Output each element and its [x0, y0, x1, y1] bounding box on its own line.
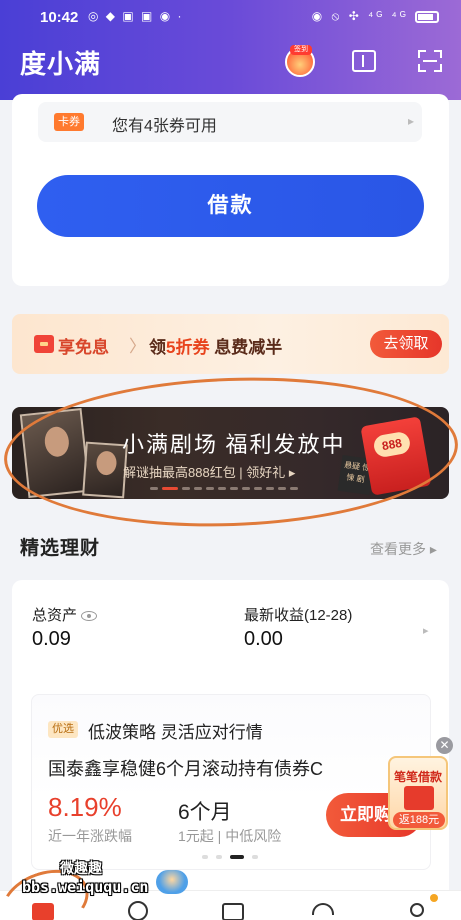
battery-icon — [415, 10, 439, 23]
promo-separator: 〉 — [129, 337, 146, 356]
red-packet-icon — [34, 335, 54, 353]
product-term-label: 1元起 | 中低风险 — [178, 828, 282, 844]
status-bar: 10:42 ◎ ◆ ▣ ▣ ◉ · ◉ ⦸ ✣ ⁴ᴳ ⁴ᴳ — [0, 6, 461, 30]
floating-ad[interactable]: 笔笔借款 返188元 — [388, 756, 448, 830]
view-more-link[interactable]: 查看更多 ▸ — [370, 539, 437, 559]
floating-ad-title: 笔笔借款 — [393, 770, 442, 784]
tab-profile-icon[interactable] — [404, 895, 430, 920]
signin-icon[interactable]: 签到 — [285, 45, 315, 77]
red-envelope-icon — [404, 786, 434, 810]
product-name: 国泰鑫享稳健6个月滚动持有债券C — [48, 759, 324, 779]
notification-dot — [430, 894, 438, 902]
carousel-dot — [216, 855, 222, 859]
promo-offer: 领5折券 息费减半 — [149, 338, 283, 357]
borrow-button[interactable]: 借款 — [37, 175, 424, 237]
promo-left-text: 享免息 — [58, 338, 109, 357]
total-assets-label: 总资产 — [32, 604, 98, 625]
chevron-right-icon: ▸ — [407, 114, 414, 128]
mascot-image — [156, 870, 188, 894]
carousel-indicator — [202, 846, 266, 864]
product-tag: 优选 — [48, 721, 78, 738]
system-icons: ◉ ⦸ ✣ ⁴ᴳ ⁴ᴳ — [312, 9, 439, 24]
coupon-row[interactable]: 卡券 您有4张券可用 ▸ — [38, 102, 422, 142]
notification-icons: ◎ ◆ ▣ ▣ ◉ · — [88, 9, 184, 23]
claim-button[interactable]: 去领取 — [370, 330, 442, 358]
signin-tag: 签到 — [290, 45, 312, 55]
signal-icons: ◉ ⦸ ✣ ⁴ᴳ ⁴ᴳ — [311, 9, 409, 23]
earnings-value: 0.00 — [244, 628, 283, 650]
product-rate: 8.19% — [48, 792, 122, 822]
coupon-tag: 卡券 — [54, 113, 84, 131]
section-title: 精选理财 — [20, 538, 101, 559]
carousel-dot — [202, 855, 208, 859]
tab-wallet-icon[interactable] — [220, 895, 246, 920]
tab-insurance-icon[interactable] — [310, 895, 336, 920]
earnings-label: 最新收益(12-28) — [244, 607, 353, 624]
ticket-icon[interactable] — [352, 50, 376, 72]
product-term: 6个月 — [178, 801, 232, 824]
carousel-dot — [252, 855, 258, 859]
status-time: 10:42 — [40, 9, 79, 26]
carousel-dot — [230, 855, 244, 859]
coupon-text: 您有4张券可用 — [112, 118, 217, 135]
total-assets-value: 0.09 — [32, 628, 71, 650]
product-card[interactable]: 优选 低波策略 灵活应对行情 国泰鑫享稳健6个月滚动持有债券C 8.19% 近一… — [31, 694, 431, 870]
watermark-title: 微趣趣 — [60, 860, 102, 876]
loan-card: 卡券 您有4张券可用 ▸ 借款 — [12, 94, 449, 286]
product-tagline: 低波策略 灵活应对行情 — [88, 723, 263, 742]
promo-strip[interactable]: 享免息 〉 领5折券 息费减半 去领取 — [12, 314, 449, 374]
promo-highlight: 5折券 — [166, 338, 210, 357]
eye-icon[interactable] — [81, 611, 98, 622]
app-title: 度小满 — [20, 49, 102, 79]
hand-drawn-circle — [1, 370, 461, 534]
scan-icon[interactable] — [418, 50, 442, 72]
tab-finance-icon[interactable] — [126, 895, 152, 920]
floating-ad-reward: 返188元 — [393, 812, 445, 828]
chevron-right-icon[interactable]: ▸ — [423, 624, 429, 637]
close-icon[interactable]: ✕ — [436, 737, 453, 754]
watermark-url: bbs.weiququ.cn — [22, 878, 149, 896]
product-rate-label: 近一年涨跌幅 — [48, 828, 132, 844]
finance-card: 总资产 0.09 最新收益(12-28) 0.00 ▸ 优选 低波策略 灵活应对… — [12, 580, 449, 900]
